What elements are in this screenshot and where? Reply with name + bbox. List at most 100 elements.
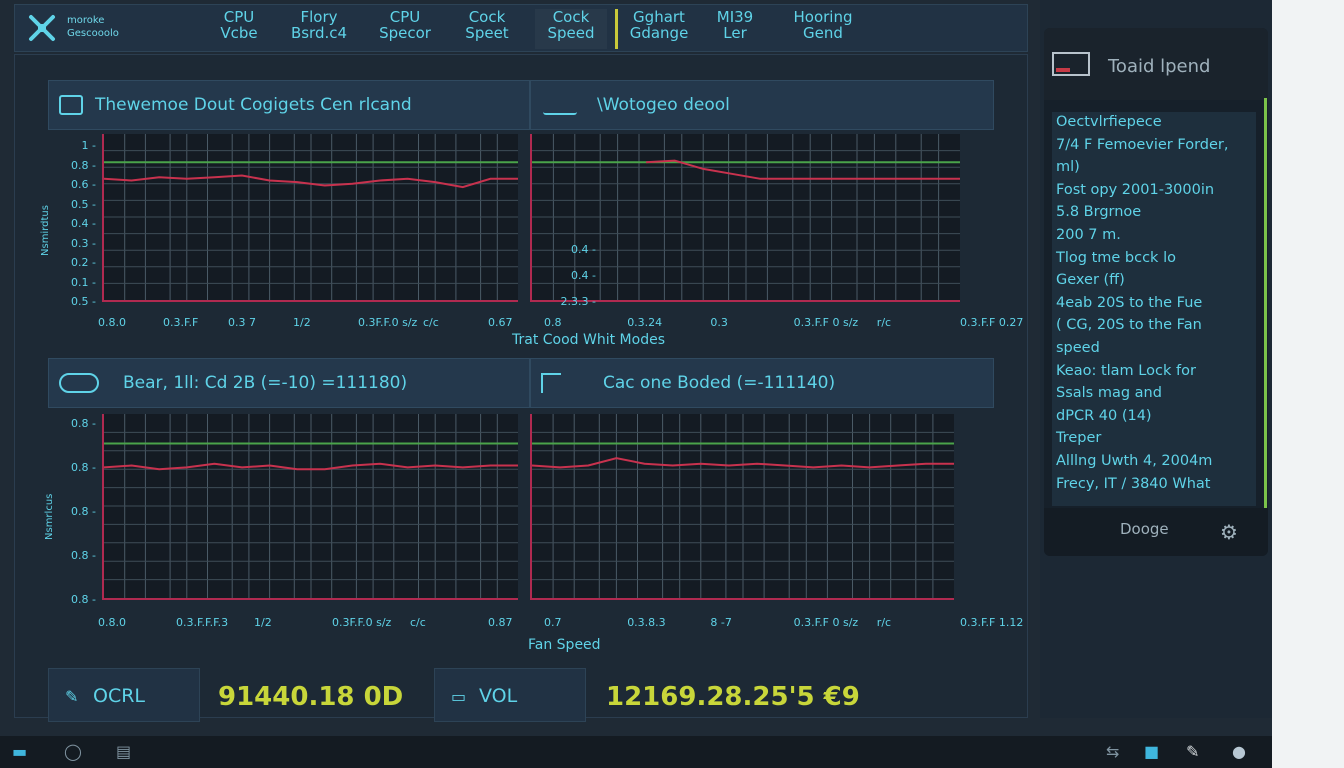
chart-3-plot xyxy=(102,414,518,600)
box-icon: ▭ xyxy=(451,687,467,706)
tab-flory[interactable]: Flory Bsrd.c4 xyxy=(283,9,355,49)
chart-2-y-labels: 0.4 - 0.4 - 2.3.3 - xyxy=(552,243,600,308)
x-tick-label: 0.3F.F.0 s/z xyxy=(358,316,418,329)
network-icon[interactable]: ⇆ xyxy=(1106,742,1119,761)
info-line: Fost opy 2001-3000in xyxy=(1056,181,1215,198)
tab-cpu-specor[interactable]: CPU Specor xyxy=(369,9,441,49)
x-tick-label: 0.3.F.F xyxy=(163,316,199,329)
flag-icon xyxy=(541,373,561,393)
display-icon xyxy=(1052,52,1090,76)
monitor-icon xyxy=(59,95,83,115)
info-line: ( CG, 20S to the Fan xyxy=(1056,317,1202,334)
chart-1-header: Thewemoe Dout Cogigets Cen rlcand xyxy=(48,80,530,130)
chart-4-x-labels: 0.7 0.3.8.3 8 -7 0.3.F.F 0 s/z r/c 0.3.F.F 1.… xyxy=(544,616,1023,630)
info-line: Ssals mag and xyxy=(1056,385,1162,402)
tab-mi39[interactable]: MI39 Ler xyxy=(699,9,771,49)
y-tick-label: 0.4 - xyxy=(71,217,96,230)
taskbar: ▬ ◯ ▤ ⇆ ■ ✎ ● xyxy=(0,736,1272,768)
info-panel-title: Toaid lpend xyxy=(1108,56,1211,77)
tab-cock-speet[interactable]: Cock Speet xyxy=(451,9,523,49)
y-tick-label: 0.8 - xyxy=(71,549,96,562)
chart-3-y-axis-title: Nsmrlcus xyxy=(44,493,55,540)
start-icon[interactable]: ▬ xyxy=(12,742,27,761)
chart-3-y-labels: 0.8 - 0.8 - 0.8 - 0.8 - 0.8 - xyxy=(52,417,100,606)
dooge-button[interactable]: Dooge xyxy=(1120,520,1169,538)
x-tick-label: 8 -7 xyxy=(710,616,732,629)
x-tick-label: c/c xyxy=(423,316,439,329)
x-tick-label: c/c xyxy=(410,616,426,629)
x-tick-label: 0.3.8.3 xyxy=(627,616,666,629)
x-tick-label: 0.3.F.F.F.3 xyxy=(176,616,229,629)
y-tick-label: 0.5 - xyxy=(71,295,96,308)
chart-4-title: Cac one Boded (=-111140) xyxy=(603,373,836,393)
y-tick-label: 0.1 - xyxy=(71,275,96,289)
pen-icon[interactable]: ✎ xyxy=(1186,742,1199,761)
info-line: speed xyxy=(1056,340,1100,356)
x-tick-label: 0.3.F.F 1.12 xyxy=(960,616,1024,629)
brand-line-2: Gescooolo xyxy=(67,28,119,39)
vol-label: VOL xyxy=(479,685,518,707)
chart-2-x-labels: 0.8 0.3.24 0.3 0.3.F.F 0 s/z r/c 0.3.F.F 0.27 xyxy=(544,316,1023,330)
gauge-icon xyxy=(59,373,99,393)
chart-3-header: Bear, 1ll: Cd 2B (=-10) =111180) xyxy=(48,358,530,408)
ocrl-label: OCRL xyxy=(93,685,146,707)
info-line: Keao: tlam Lock for xyxy=(1056,362,1196,379)
x-tick-label: 0.3.24 xyxy=(627,316,663,329)
y-tick-label: 0.6 - xyxy=(71,178,96,191)
chart-4-svg xyxy=(532,414,954,598)
info-panel-body: Oectvlrfiepece 7/4 F Femoevier Forder, ml)… xyxy=(1052,112,1256,506)
chart-1-y-axis-title: Nsmirdtus xyxy=(40,205,51,256)
y-tick-label: 0.4 - xyxy=(571,269,596,282)
x-tick-label: r/c xyxy=(876,616,892,629)
folder-icon[interactable]: ▤ xyxy=(116,742,131,761)
x-axis-title-bottom: Fan Speed xyxy=(528,637,601,653)
x-tick-label: 0.8 xyxy=(544,316,562,329)
info-line: 7/4 F Femoevier Forder, xyxy=(1056,136,1229,153)
chart-3-title: Bear, 1ll: Cd 2B (=-10) =111180) xyxy=(123,373,408,393)
desktop-margin xyxy=(1272,0,1344,768)
chart-1-plot xyxy=(102,134,518,302)
logo-icon xyxy=(29,15,55,41)
info-line: Alllng Uwth 4, 2004m xyxy=(1056,453,1213,469)
gear-icon[interactable]: ⚙ xyxy=(1220,520,1238,544)
app-window: moroke Gescooolo CPU Vcbe Flory Bsrd.c4 CP… xyxy=(0,0,1272,768)
x-tick-label: 0.3.F.F 0 s/z xyxy=(793,616,859,629)
info-line: 4eab 20S to the Fue xyxy=(1056,294,1203,311)
vol-readout-box[interactable]: ▭ VOL xyxy=(434,668,586,722)
y-tick-label: 0.8 - xyxy=(71,158,96,172)
chart-2-title: \Wotogeo deool xyxy=(597,95,730,115)
info-panel: Toaid lpend Oectvlrfiepece 7/4 F Femoevie… xyxy=(1044,28,1268,556)
app-tray-icon[interactable]: ■ xyxy=(1144,742,1159,761)
chart-2-header: \Wotogeo deool xyxy=(530,80,994,130)
tab-cock-speed[interactable]: Cock Speed xyxy=(535,9,607,49)
x-tick-label: 0.3 xyxy=(710,316,728,329)
x-tick-label: 1/2 xyxy=(293,316,311,329)
chart-1-x-labels: 0.8.0 0.3.F.F 0.3 7 1/2 0.3F.F.0 s/z c/c 0.67 xyxy=(98,316,528,330)
chart-3-svg xyxy=(104,414,518,598)
info-line: ml) xyxy=(1056,159,1080,176)
vol-value: 12169.28.25'5 €9 xyxy=(606,682,860,712)
x-tick-label: 0.3.F.F 0.27 xyxy=(960,316,1024,329)
y-tick-label: 1 - xyxy=(81,139,96,152)
y-tick-label: 0.4 - xyxy=(571,243,596,256)
info-line: Gexer (ff) xyxy=(1056,272,1125,289)
info-line: Treper xyxy=(1056,430,1102,447)
search-icon[interactable]: ◯ xyxy=(64,742,82,761)
x-tick-label: 0.8.0 xyxy=(98,316,126,329)
y-tick-label: 0.5 - xyxy=(71,197,96,211)
y-tick-label: 0.8 - xyxy=(71,593,96,606)
active-tab-indicator xyxy=(615,9,618,49)
x-tick-label: 0.87 xyxy=(488,616,513,629)
tab-hooring[interactable]: Hooring Gend xyxy=(781,9,865,49)
y-tick-label: 0.2 - xyxy=(71,256,96,269)
info-panel-header: Toaid lpend xyxy=(1044,28,1268,100)
tab-gghart[interactable]: Gghart Gdange xyxy=(623,9,695,49)
x-tick-label: r/c xyxy=(876,316,892,329)
ocrl-readout-box[interactable]: ✎ OCRL xyxy=(48,668,200,722)
y-tick-label: 0.8 - xyxy=(71,505,96,518)
chart-1-y-labels: 1 - 0.8 - 0.6 - 0.5 - 0.4 - 0.3 - 0.2 - 0.1 - 0.… xyxy=(52,139,100,308)
x-tick-label: 1/2 xyxy=(254,616,272,629)
info-panel-footer: Dooge ⚙ xyxy=(1044,508,1268,556)
tab-cpu-vcbe[interactable]: CPU Vcbe xyxy=(203,9,275,49)
user-avatar[interactable]: ● xyxy=(1232,742,1246,761)
